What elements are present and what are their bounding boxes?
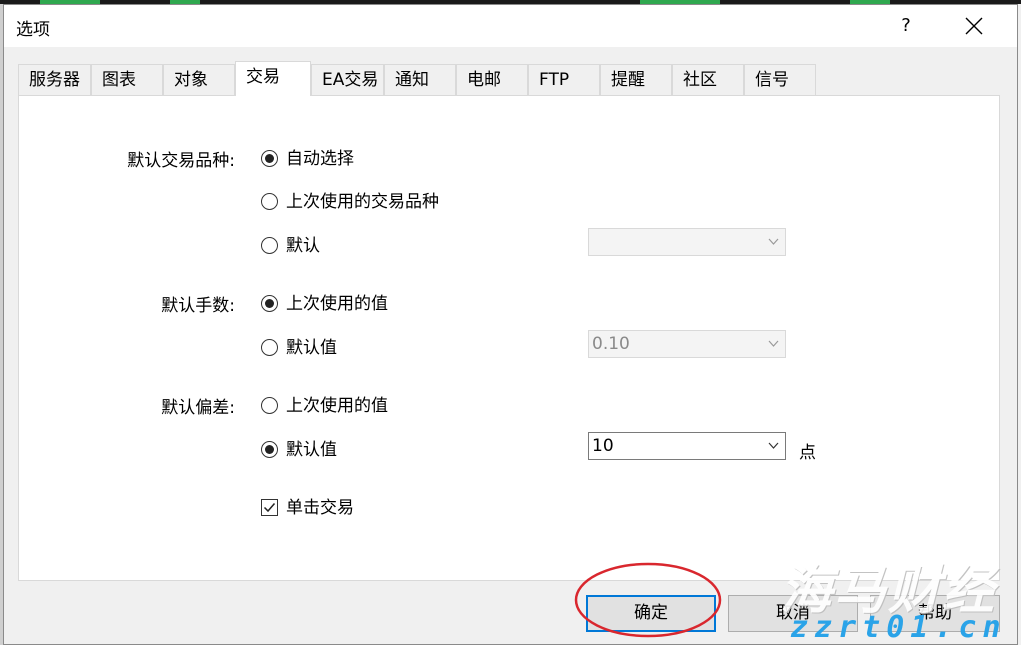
tab-expert-advisors[interactable]: EA交易	[311, 64, 384, 95]
default-symbol-select[interactable]	[588, 228, 786, 256]
default-lots-select[interactable]: 0.10	[588, 330, 786, 358]
default-lots-label: 默认手数:	[161, 296, 235, 316]
radio-button[interactable]	[261, 295, 278, 312]
chevron-down-icon	[768, 433, 779, 459]
options-dialog: 选项 ? 服务器 图表 对象 交易 EA交易 通知 电邮 FTP 提醒 社区 信…	[3, 4, 1018, 645]
tab-signals[interactable]: 信号	[744, 64, 816, 95]
checkbox[interactable]	[261, 499, 278, 516]
checkmark-icon	[263, 503, 276, 513]
cancel-button[interactable]: 取消	[728, 595, 858, 632]
tab-alerts[interactable]: 提醒	[600, 64, 672, 95]
tab-community[interactable]: 社区	[672, 64, 744, 95]
radio-button[interactable]	[261, 339, 278, 356]
tab-server[interactable]: 服务器	[18, 64, 91, 95]
tab-email[interactable]: 电邮	[456, 64, 528, 95]
deviation-unit: 点	[799, 443, 816, 463]
tab-notifications[interactable]: 通知	[384, 64, 456, 95]
tab-ftp[interactable]: FTP	[528, 64, 600, 95]
radio-button[interactable]	[261, 397, 278, 414]
tab-charts[interactable]: 图表	[91, 64, 163, 95]
close-icon	[965, 17, 983, 35]
radio-button[interactable]	[261, 193, 278, 210]
chevron-down-icon	[768, 229, 779, 255]
default-deviation-select[interactable]: 10	[588, 432, 786, 460]
help-button[interactable]: 帮助	[870, 595, 1000, 632]
tab-objects[interactable]: 对象	[163, 64, 235, 95]
window-title: 选项	[16, 20, 50, 40]
tab-trade[interactable]: 交易	[235, 61, 311, 96]
title-bar: 选项 ?	[4, 5, 1017, 47]
default-deviation-label: 默认偏差:	[161, 398, 235, 418]
ok-button[interactable]: 确定	[586, 595, 716, 632]
trade-settings-panel: 默认交易品种: 自动选择 上次使用的交易品种 默认 默认手数: 上次使用的值 默	[18, 95, 1000, 581]
radio-button[interactable]	[261, 237, 278, 254]
close-button[interactable]	[952, 11, 996, 41]
radio-button[interactable]	[261, 441, 278, 458]
help-question-button[interactable]: ?	[884, 11, 928, 41]
default-symbol-label: 默认交易品种:	[127, 151, 235, 171]
radio-button[interactable]	[261, 150, 278, 167]
chevron-down-icon	[768, 331, 779, 357]
